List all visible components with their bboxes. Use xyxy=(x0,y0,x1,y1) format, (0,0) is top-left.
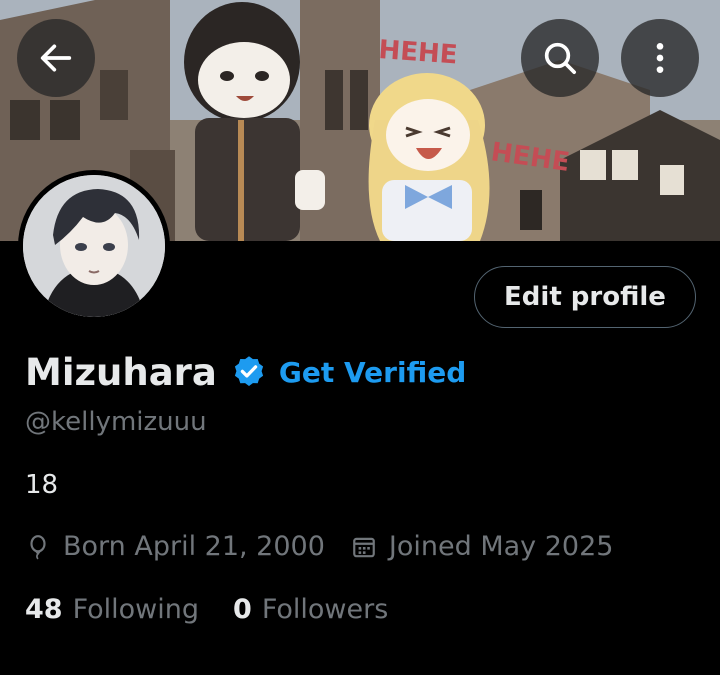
search-button[interactable] xyxy=(521,19,599,97)
following-count: 48 xyxy=(25,594,63,625)
joined-date: Joined May 2025 xyxy=(388,531,614,562)
profile-name-row: Mizuhara Get Verified xyxy=(25,346,466,398)
profile-meta-row: Born April 21, 2000 Joined May 2025 xyxy=(25,531,613,562)
follow-stats-row: 48 Following 0 Followers xyxy=(25,594,388,625)
avatar[interactable] xyxy=(18,170,170,322)
avatar-image xyxy=(23,175,165,317)
following-label: Following xyxy=(72,594,200,625)
birth-date: Born April 21, 2000 xyxy=(63,531,325,562)
edit-profile-button[interactable]: Edit profile xyxy=(474,266,696,328)
get-verified-link[interactable]: Get Verified xyxy=(279,356,466,389)
banner-caption-1: HEHE xyxy=(378,35,459,70)
more-options-button[interactable] xyxy=(621,19,699,97)
followers-label: Followers xyxy=(261,594,389,625)
following-link[interactable]: 48 Following xyxy=(25,594,199,625)
balloon-icon xyxy=(25,534,51,560)
verified-badge-icon xyxy=(231,354,267,390)
profile-bio: 18 xyxy=(25,470,59,500)
display-name: Mizuhara xyxy=(25,350,217,394)
calendar-icon xyxy=(351,534,377,560)
search-icon xyxy=(544,42,576,74)
followers-count: 0 xyxy=(233,594,252,625)
back-button[interactable] xyxy=(17,19,95,97)
arrow-left-icon xyxy=(40,44,72,72)
more-vertical-icon xyxy=(656,43,664,73)
profile-handle: @kellymizuuu xyxy=(25,407,207,437)
followers-link[interactable]: 0 Followers xyxy=(233,594,388,625)
